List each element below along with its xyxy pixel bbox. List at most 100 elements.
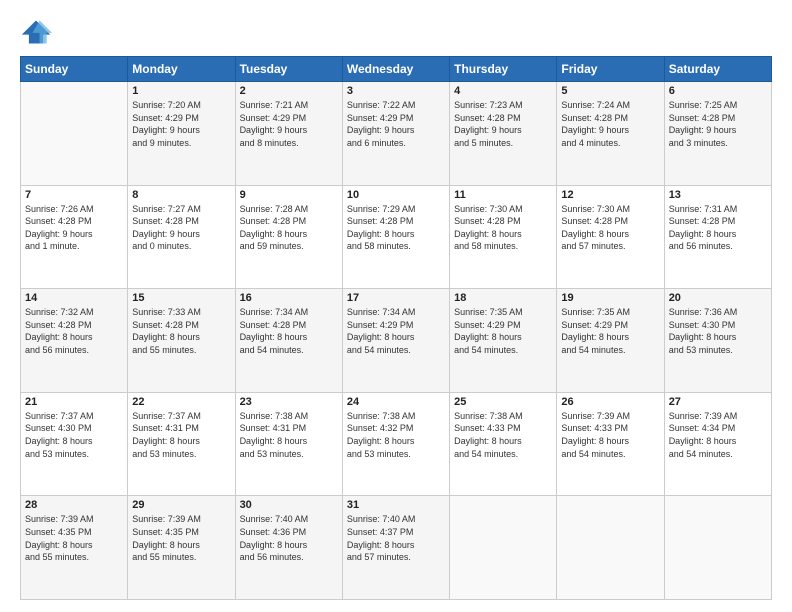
day-info: Sunrise: 7:40 AM Sunset: 4:36 PM Dayligh… [240, 513, 338, 563]
day-info: Sunrise: 7:37 AM Sunset: 4:30 PM Dayligh… [25, 410, 123, 460]
calendar-cell: 19 Sunrise: 7:35 AM Sunset: 4:29 PM Dayli… [557, 289, 664, 393]
calendar-cell: 16 Sunrise: 7:34 AM Sunset: 4:28 PM Dayli… [235, 289, 342, 393]
calendar-week-5: 28 Sunrise: 7:39 AM Sunset: 4:35 PM Dayli… [21, 496, 772, 600]
calendar-cell: 14 Sunrise: 7:32 AM Sunset: 4:28 PM Dayli… [21, 289, 128, 393]
day-number: 6 [669, 85, 767, 97]
day-number: 25 [454, 396, 552, 408]
calendar-cell: 24 Sunrise: 7:38 AM Sunset: 4:32 PM Dayli… [342, 392, 449, 496]
day-number: 28 [25, 499, 123, 511]
day-info: Sunrise: 7:21 AM Sunset: 4:29 PM Dayligh… [240, 99, 338, 149]
day-info: Sunrise: 7:39 AM Sunset: 4:33 PM Dayligh… [561, 410, 659, 460]
day-info: Sunrise: 7:38 AM Sunset: 4:32 PM Dayligh… [347, 410, 445, 460]
calendar-cell: 7Sunrise: 7:26 AM Sunset: 4:28 PM Daylig… [21, 185, 128, 289]
day-number: 29 [132, 499, 230, 511]
calendar-cell: 21 Sunrise: 7:37 AM Sunset: 4:30 PM Dayli… [21, 392, 128, 496]
calendar-cell: 3 Sunrise: 7:22 AM Sunset: 4:29 PM Daylig… [342, 82, 449, 186]
day-info: Sunrise: 7:25 AM Sunset: 4:28 PM Dayligh… [669, 99, 767, 149]
calendar-table: SundayMondayTuesdayWednesdayThursdayFrid… [20, 56, 772, 600]
logo [20, 18, 56, 46]
calendar-cell: 26 Sunrise: 7:39 AM Sunset: 4:33 PM Dayli… [557, 392, 664, 496]
day-info: Sunrise: 7:36 AM Sunset: 4:30 PM Dayligh… [669, 306, 767, 356]
calendar-week-1: 1Sunrise: 7:20 AM Sunset: 4:29 PM Daylig… [21, 82, 772, 186]
page: SundayMondayTuesdayWednesdayThursdayFrid… [0, 0, 792, 612]
calendar-week-3: 14 Sunrise: 7:32 AM Sunset: 4:28 PM Dayli… [21, 289, 772, 393]
day-info: Sunrise: 7:34 AM Sunset: 4:28 PM Dayligh… [240, 306, 338, 356]
calendar-cell: 5 Sunrise: 7:24 AM Sunset: 4:28 PM Daylig… [557, 82, 664, 186]
calendar-header-saturday: Saturday [664, 57, 771, 82]
calendar-cell: 11 Sunrise: 7:30 AM Sunset: 4:28 PM Dayli… [450, 185, 557, 289]
calendar-cell: 22Sunrise: 7:37 AM Sunset: 4:31 PM Dayli… [128, 392, 235, 496]
day-info: Sunrise: 7:38 AM Sunset: 4:31 PM Dayligh… [240, 410, 338, 460]
logo-icon [20, 18, 52, 46]
day-number: 8 [132, 189, 230, 201]
day-number: 3 [347, 85, 445, 97]
day-number: 18 [454, 292, 552, 304]
day-number: 26 [561, 396, 659, 408]
day-info: Sunrise: 7:38 AM Sunset: 4:33 PM Dayligh… [454, 410, 552, 460]
calendar-cell: 18 Sunrise: 7:35 AM Sunset: 4:29 PM Dayli… [450, 289, 557, 393]
day-info: Sunrise: 7:40 AM Sunset: 4:37 PM Dayligh… [347, 513, 445, 563]
calendar-cell: 4 Sunrise: 7:23 AM Sunset: 4:28 PM Daylig… [450, 82, 557, 186]
calendar-cell: 13 Sunrise: 7:31 AM Sunset: 4:28 PM Dayli… [664, 185, 771, 289]
day-info: Sunrise: 7:39 AM Sunset: 4:35 PM Dayligh… [132, 513, 230, 563]
calendar-cell: 10 Sunrise: 7:29 AM Sunset: 4:28 PM Dayli… [342, 185, 449, 289]
day-number: 9 [240, 189, 338, 201]
day-number: 23 [240, 396, 338, 408]
calendar-cell: 25 Sunrise: 7:38 AM Sunset: 4:33 PM Dayli… [450, 392, 557, 496]
calendar-cell: 17 Sunrise: 7:34 AM Sunset: 4:29 PM Dayli… [342, 289, 449, 393]
calendar-cell [664, 496, 771, 600]
day-number: 13 [669, 189, 767, 201]
calendar-cell: 2 Sunrise: 7:21 AM Sunset: 4:29 PM Daylig… [235, 82, 342, 186]
day-number: 16 [240, 292, 338, 304]
day-info: Sunrise: 7:37 AM Sunset: 4:31 PM Dayligh… [132, 410, 230, 460]
day-number: 5 [561, 85, 659, 97]
day-info: Sunrise: 7:30 AM Sunset: 4:28 PM Dayligh… [561, 203, 659, 253]
day-info: Sunrise: 7:31 AM Sunset: 4:28 PM Dayligh… [669, 203, 767, 253]
day-number: 15 [132, 292, 230, 304]
calendar-cell: 29 Sunrise: 7:39 AM Sunset: 4:35 PM Dayli… [128, 496, 235, 600]
day-number: 12 [561, 189, 659, 201]
day-number: 24 [347, 396, 445, 408]
day-number: 4 [454, 85, 552, 97]
day-info: Sunrise: 7:30 AM Sunset: 4:28 PM Dayligh… [454, 203, 552, 253]
day-number: 30 [240, 499, 338, 511]
day-info: Sunrise: 7:35 AM Sunset: 4:29 PM Dayligh… [561, 306, 659, 356]
day-info: Sunrise: 7:20 AM Sunset: 4:29 PM Dayligh… [132, 99, 230, 149]
calendar-cell: 9Sunrise: 7:28 AM Sunset: 4:28 PM Daylig… [235, 185, 342, 289]
day-number: 10 [347, 189, 445, 201]
day-info: Sunrise: 7:29 AM Sunset: 4:28 PM Dayligh… [347, 203, 445, 253]
day-info: Sunrise: 7:39 AM Sunset: 4:35 PM Dayligh… [25, 513, 123, 563]
calendar-cell [450, 496, 557, 600]
day-info: Sunrise: 7:39 AM Sunset: 4:34 PM Dayligh… [669, 410, 767, 460]
calendar-header-row: SundayMondayTuesdayWednesdayThursdayFrid… [21, 57, 772, 82]
day-number: 21 [25, 396, 123, 408]
calendar-header-friday: Friday [557, 57, 664, 82]
day-info: Sunrise: 7:33 AM Sunset: 4:28 PM Dayligh… [132, 306, 230, 356]
day-number: 27 [669, 396, 767, 408]
day-info: Sunrise: 7:24 AM Sunset: 4:28 PM Dayligh… [561, 99, 659, 149]
day-number: 14 [25, 292, 123, 304]
calendar-header-sunday: Sunday [21, 57, 128, 82]
day-info: Sunrise: 7:32 AM Sunset: 4:28 PM Dayligh… [25, 306, 123, 356]
calendar-cell: 30 Sunrise: 7:40 AM Sunset: 4:36 PM Dayli… [235, 496, 342, 600]
day-info: Sunrise: 7:22 AM Sunset: 4:29 PM Dayligh… [347, 99, 445, 149]
calendar-cell: 1Sunrise: 7:20 AM Sunset: 4:29 PM Daylig… [128, 82, 235, 186]
calendar-cell: 6 Sunrise: 7:25 AM Sunset: 4:28 PM Daylig… [664, 82, 771, 186]
day-number: 17 [347, 292, 445, 304]
calendar-cell: 15 Sunrise: 7:33 AM Sunset: 4:28 PM Dayli… [128, 289, 235, 393]
day-info: Sunrise: 7:35 AM Sunset: 4:29 PM Dayligh… [454, 306, 552, 356]
day-info: Sunrise: 7:34 AM Sunset: 4:29 PM Dayligh… [347, 306, 445, 356]
calendar-cell: 28 Sunrise: 7:39 AM Sunset: 4:35 PM Dayli… [21, 496, 128, 600]
header [20, 18, 772, 46]
calendar-cell [21, 82, 128, 186]
calendar-header-thursday: Thursday [450, 57, 557, 82]
day-info: Sunrise: 7:27 AM Sunset: 4:28 PM Dayligh… [132, 203, 230, 253]
calendar-cell: 8 Sunrise: 7:27 AM Sunset: 4:28 PM Daylig… [128, 185, 235, 289]
day-number: 11 [454, 189, 552, 201]
day-info: Sunrise: 7:23 AM Sunset: 4:28 PM Dayligh… [454, 99, 552, 149]
day-number: 2 [240, 85, 338, 97]
calendar-cell: 27 Sunrise: 7:39 AM Sunset: 4:34 PM Dayli… [664, 392, 771, 496]
calendar-week-4: 21 Sunrise: 7:37 AM Sunset: 4:30 PM Dayli… [21, 392, 772, 496]
day-number: 19 [561, 292, 659, 304]
calendar-cell: 20Sunrise: 7:36 AM Sunset: 4:30 PM Dayli… [664, 289, 771, 393]
